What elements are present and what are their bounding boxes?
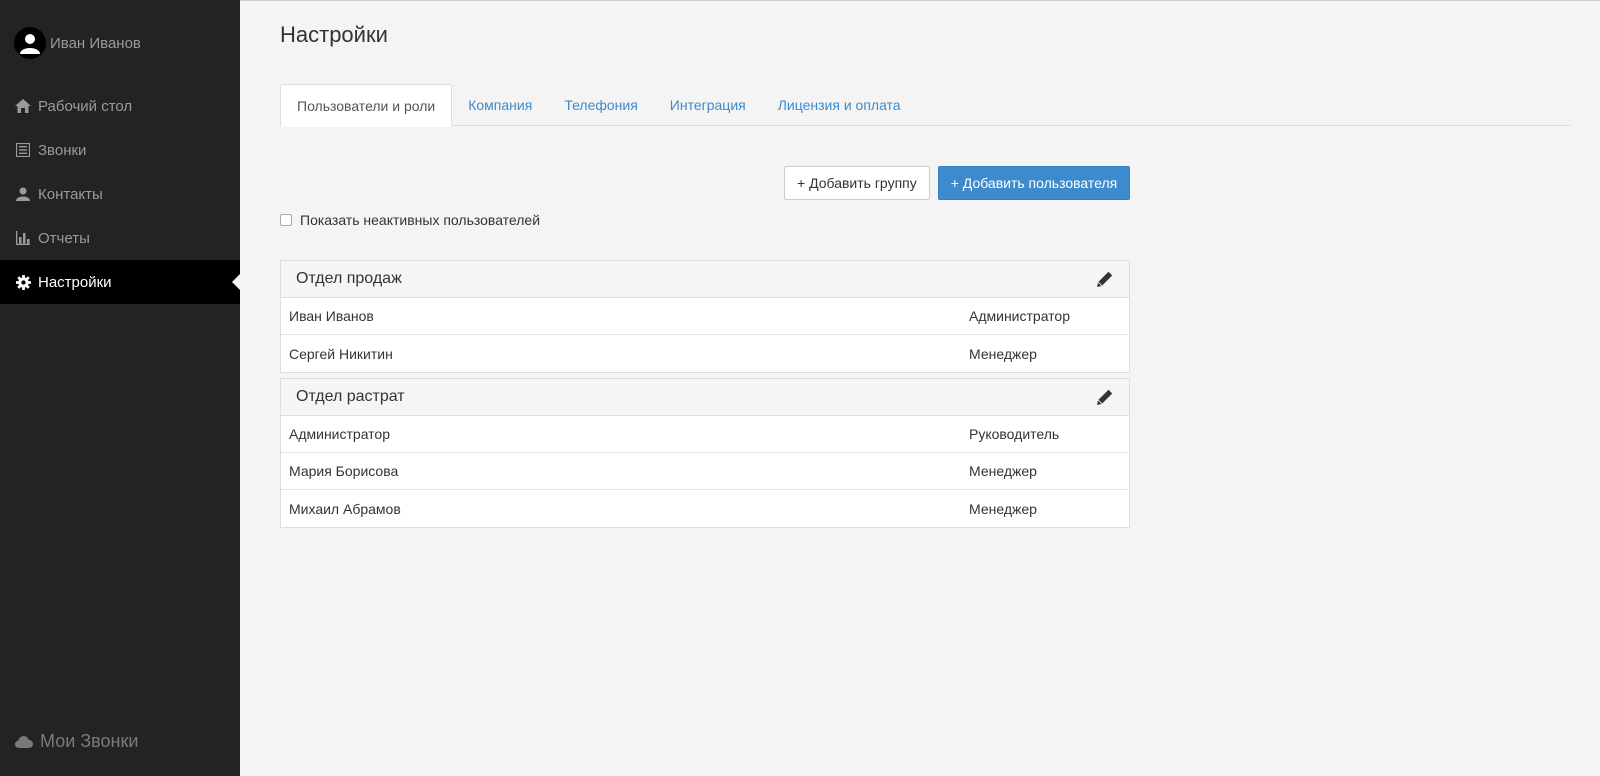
sidebar-item-label: Рабочий стол (38, 97, 133, 115)
group-title: Отдел продаж (296, 270, 402, 287)
bar-chart-icon (15, 230, 31, 246)
tab-integration[interactable]: Интеграция (654, 84, 762, 126)
user-role-cell: Руководитель (969, 426, 1060, 442)
tab-telephony[interactable]: Телефония (548, 84, 653, 126)
user-name-cell: Михаил Абрамов (289, 500, 401, 517)
user-role-cell: Менеджер (969, 463, 1037, 479)
sidebar-item-reports[interactable]: Отчеты (0, 216, 240, 260)
group-expenses: Отдел растрат Администратор Руководитель… (280, 378, 1130, 528)
user-role-cell: Менеджер (969, 345, 1037, 362)
show-inactive-checkbox[interactable] (280, 214, 292, 226)
home-icon (15, 98, 31, 114)
sidebar-item-calls[interactable]: Звонки (0, 128, 240, 172)
action-buttons: + Добавить группу + Добавить пользовател… (784, 166, 1131, 200)
table-row[interactable]: Иван Иванов Администратор (281, 298, 1129, 335)
tab-company[interactable]: Компания (452, 84, 548, 126)
group-sales: Отдел продаж Иван Иванов Администратор С… (280, 260, 1130, 373)
sidebar-item-settings[interactable]: Настройки (0, 260, 240, 304)
user-name-cell: Администратор (289, 426, 391, 442)
user-avatar-icon (20, 34, 40, 54)
user-name-cell: Иван Иванов (289, 308, 374, 324)
brand-logo[interactable]: Мои Звонки (15, 731, 138, 752)
pencil-icon[interactable] (1096, 270, 1114, 288)
user-name-cell: Мария Борисова (289, 463, 399, 479)
settings-tabs: Пользователи и роли Компания Телефония И… (280, 84, 1570, 127)
sidebar-item-label: Отчеты (38, 229, 90, 247)
list-icon (15, 142, 31, 158)
sidebar-item-contacts[interactable]: Контакты (0, 172, 240, 216)
sidebar-item-label: Настройки (38, 273, 112, 291)
top-border (0, 0, 1600, 1)
pencil-icon[interactable] (1096, 388, 1114, 406)
user-role-cell: Администратор (969, 308, 1071, 324)
user-name-cell: Сергей Никитин (289, 345, 393, 362)
sidebar-item-label: Звонки (38, 141, 87, 159)
sidebar-item-label: Контакты (38, 185, 103, 203)
table-row[interactable]: Мария Борисова Менеджер (281, 453, 1129, 490)
sidebar-item-desktop[interactable]: Рабочий стол (0, 84, 240, 128)
sidebar-nav: Рабочий стол Звонки Контакты Отчеты Наст… (0, 84, 240, 304)
gear-icon (15, 274, 31, 290)
sidebar: Иван Иванов Рабочий стол Звонки Контакты… (0, 0, 240, 776)
add-group-button[interactable]: + Добавить группу (784, 166, 930, 200)
user-icon (15, 186, 31, 202)
user-role-cell: Менеджер (969, 500, 1037, 517)
table-row[interactable]: Администратор Руководитель (281, 416, 1129, 453)
brand-name: Мои Звонки (40, 731, 139, 751)
add-user-button[interactable]: + Добавить пользователя (937, 166, 1131, 200)
table-row[interactable]: Сергей Никитин Менеджер (281, 335, 1129, 372)
group-header: Отдел продаж (281, 261, 1129, 298)
group-header: Отдел растрат (281, 379, 1129, 416)
tab-license-and-payment[interactable]: Лицензия и оплата (762, 84, 917, 126)
tab-users-and-roles[interactable]: Пользователи и роли (280, 84, 453, 127)
avatar (14, 27, 46, 59)
show-inactive-toggle[interactable]: Показать неактивных пользователей (280, 212, 540, 228)
user-name: Иван Иванов (50, 34, 141, 52)
table-row[interactable]: Михаил Абрамов Менеджер (281, 490, 1129, 527)
cloud-icon (15, 735, 33, 748)
page-title: Настройки (280, 22, 388, 47)
user-profile[interactable]: Иван Иванов (14, 27, 141, 59)
group-title: Отдел растрат (296, 388, 405, 405)
show-inactive-label: Показать неактивных пользователей (300, 212, 541, 228)
